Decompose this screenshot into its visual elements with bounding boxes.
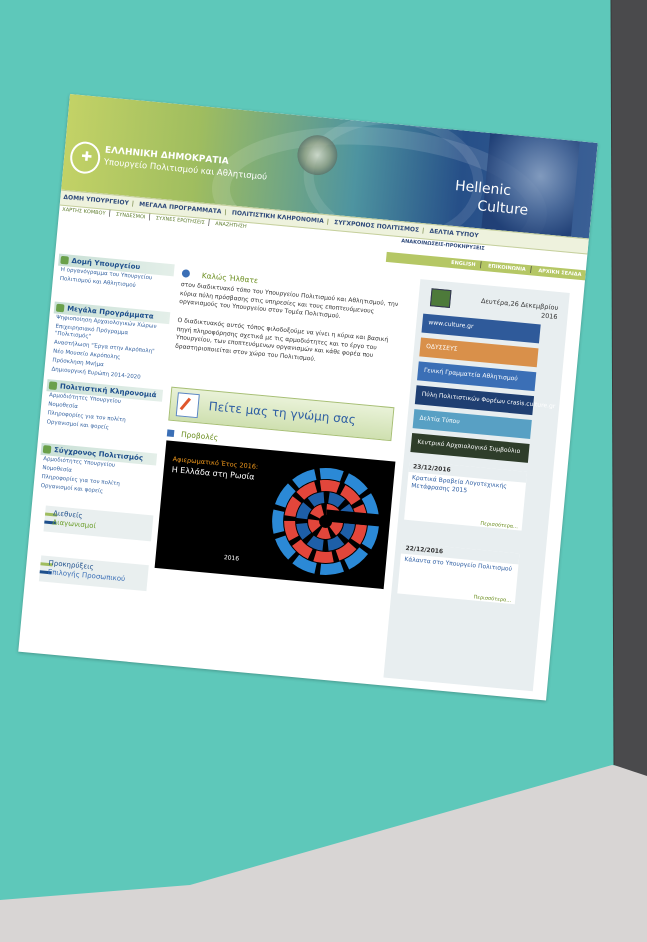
contact-link[interactable]: ΕΠΙΚΟΙΝΩΝΙΑ	[484, 261, 530, 273]
international-box[interactable]: Διεθνείς Διαγωνισμοί	[43, 505, 154, 542]
banner-label: www.culture.gr	[428, 319, 474, 331]
opinion-text: Πείτε μας τη γνώμη σας	[208, 399, 357, 427]
news-item[interactable]: 22/12/2016 Κάλαντα στο Υπουργείο Πολιτισ…	[397, 542, 520, 605]
banner-label: Γενική Γραμματεία Αθλητισμού	[423, 366, 519, 383]
left-sidebar: Δομή Υπουργείου Η οργανόγραμμα του Υπουρ…	[38, 253, 175, 592]
welcome-text-2: Ο διαδικτυακός αυτός τόπος φιλοδοξούμε ν…	[174, 316, 389, 363]
greek-crest-icon: ✚	[68, 140, 102, 175]
main-content: Καλώς Ήλθατε στον διαδικτυακό τόπο του Υ…	[154, 269, 411, 590]
sidebar-section: Σύγχρονος Πολιτισμός Αρμοδιότητες Υπουργ…	[37, 442, 158, 502]
bullet-icon	[166, 429, 175, 438]
news-item[interactable]: 23/12/2016 Κρατικά Βραβεία Λογοτεχνικής …	[404, 460, 528, 531]
right-column: Δευτέρα,26 Δεκεμβρίου 2016 www.culture.g…	[383, 279, 570, 692]
lang-english-link[interactable]: ENGLISH	[447, 258, 480, 269]
home-link[interactable]: ΑΡΧΙΚΗ ΣΕΛΙΔΑ	[534, 266, 586, 279]
sidebar-section: Πολιτιστική Κληρονομιά Αρμοδιότητες Υπου…	[43, 379, 164, 438]
competitions-link[interactable]: Διαγωνισμοί	[52, 518, 96, 530]
video-banner[interactable]: Αφιερωματικό Έτος 2016: Η Ελλάδα στη Ρωσ…	[154, 440, 396, 590]
sidebar-section: Μεγάλα Προγράμματα Ψηφιοποίηση Αρχαιολογ…	[48, 301, 171, 384]
banner-label: Κεντρικό Αρχαιολογικό Συμβούλιο	[417, 438, 521, 456]
proboles-title: Προβολές	[180, 429, 219, 443]
calendar-icon	[429, 288, 452, 309]
banner-label: ΟΔΥΣΣΕΥΣ	[425, 342, 458, 353]
sidebar-section: Δομή Υπουργείου Η οργανόγραμμα του Υπουρ…	[56, 253, 175, 295]
announcements-box[interactable]: Προκηρύξεις Επιλογής Προσωπικού	[38, 555, 149, 592]
website-screenshot: ✚ ΕΛΛΗΝΙΚΗ ΔΗΜΟΚΡΑΤΙΑ Υπουργείο Πολιτισμ…	[18, 94, 598, 701]
spiral-graphic	[272, 467, 383, 575]
pen-paper-icon	[175, 392, 200, 419]
banner-label: Δελτία Τύπου	[419, 414, 460, 426]
bullet-icon	[181, 269, 191, 278]
video-logo: 2016	[223, 554, 240, 563]
